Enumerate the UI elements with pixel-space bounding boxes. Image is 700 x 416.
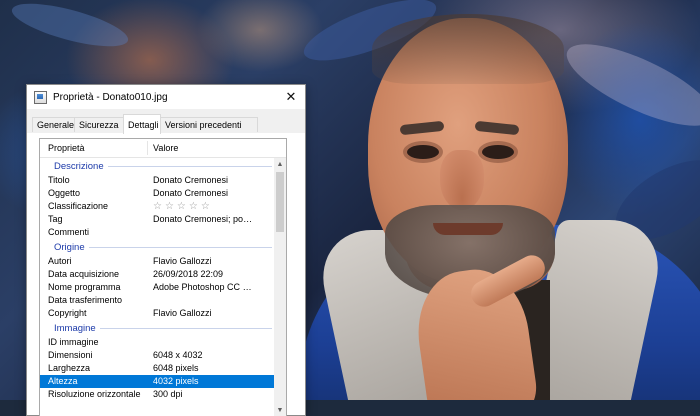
paint-stroke [8,0,132,56]
portrait-nose [440,150,484,210]
property-name: ID immagine [48,337,99,347]
dialog-titlebar[interactable]: Proprietà - Donato010.jpg ✕ [27,85,305,109]
property-name: Commenti [48,227,90,237]
row-commenti[interactable]: Commenti [40,226,286,239]
portrait-hair [372,14,564,84]
tab-generale[interactable]: Generale [32,117,75,132]
row-dimensioni[interactable]: Dimensioni 6048 x 4032 [40,349,286,362]
row-nome-programma[interactable]: Nome programma Adobe Photoshop CC 20... [40,281,286,294]
scroll-up-arrow-icon[interactable]: ▲ [274,158,286,170]
tab-sicurezza[interactable]: Sicurezza [74,117,124,132]
property-name: Autori [48,256,72,266]
group-immagine: Immagine [40,320,286,336]
portrait-mouth [433,223,503,235]
property-name: Data acquisizione [48,269,120,279]
property-name: Oggetto [48,188,81,198]
close-button[interactable]: ✕ [277,85,305,109]
properties-dialog: Proprietà - Donato010.jpg ✕ Generale Sic… [26,84,306,416]
property-value: Adobe Photoshop CC 20... [153,282,253,292]
property-name: Tag [48,214,63,224]
dialog-title: Proprietà - Donato010.jpg [53,91,168,103]
property-name: Titolo [48,175,70,185]
list-header: Proprietà Valore [40,139,286,158]
tab-versioni-precedenti[interactable]: Versioni precedenti [160,117,258,132]
property-value: Donato Cremonesi; portrai... [153,214,253,224]
column-divider[interactable] [147,141,148,155]
property-name: Risoluzione orizzontale [48,389,141,399]
details-panel: Proprietà Valore Descrizione Titolo Dona… [27,133,305,416]
property-name: Classificazione [48,201,109,211]
paint-stroke [556,28,700,142]
rating-stars-icon[interactable]: ☆☆☆☆☆ [153,200,213,213]
portrait-eye-right [482,145,514,159]
property-name: Dimensioni [48,350,93,360]
group-descrizione: Descrizione [40,158,286,174]
row-altezza[interactable]: Altezza 4032 pixels [40,375,276,388]
row-autori[interactable]: Autori Flavio Gallozzi [40,255,286,268]
tab-bar: Generale Sicurezza Dettagli Versioni pre… [27,113,305,134]
property-value: Flavio Gallozzi [153,308,212,318]
scroll-thumb[interactable] [276,172,284,232]
row-data-acquisizione[interactable]: Data acquisizione 26/09/2018 22:09 [40,268,286,281]
group-label: Origine [54,241,89,253]
property-value: 4032 pixels [153,376,199,386]
property-name: Larghezza [48,363,91,373]
row-data-trasferimento[interactable]: Data trasferimento [40,294,286,307]
row-copyright[interactable]: Copyright Flavio Gallozzi [40,307,286,320]
property-value: 6048 pixels [153,363,199,373]
property-value: 300 dpi [153,389,183,399]
property-name: Altezza [48,376,78,386]
column-header-value[interactable]: Valore [153,143,178,153]
group-label: Immagine [54,322,100,334]
row-risoluzione-orizzontale[interactable]: Risoluzione orizzontale 300 dpi [40,388,286,401]
properties-list[interactable]: Proprietà Valore Descrizione Titolo Dona… [39,138,287,416]
property-value: 26/09/2018 22:09 [153,269,224,279]
row-id-immagine[interactable]: ID immagine [40,336,286,349]
property-value: 6048 x 4032 [153,350,203,360]
row-larghezza[interactable]: Larghezza 6048 pixels [40,362,286,375]
image-file-icon [34,90,47,104]
property-value: Donato Cremonesi [153,188,229,198]
property-value: Flavio Gallozzi [153,256,212,266]
vertical-scrollbar[interactable]: ▲ ▼ [274,158,286,416]
scroll-down-arrow-icon[interactable]: ▼ [274,404,286,416]
row-oggetto[interactable]: Oggetto Donato Cremonesi [40,187,286,200]
property-name: Data trasferimento [48,295,123,305]
portrait-eye-left [407,145,439,159]
row-titolo[interactable]: Titolo Donato Cremonesi [40,174,286,187]
property-name: Copyright [48,308,87,318]
row-classificazione[interactable]: Classificazione ☆☆☆☆☆ [40,200,286,213]
tab-dettagli[interactable]: Dettagli [123,114,161,134]
column-header-property[interactable]: Proprietà [48,143,85,153]
property-name: Nome programma [48,282,121,292]
group-origine: Origine [40,239,286,255]
group-label: Descrizione [54,160,108,172]
property-value: Donato Cremonesi [153,175,229,185]
row-tag[interactable]: Tag Donato Cremonesi; portrai... [40,213,286,226]
